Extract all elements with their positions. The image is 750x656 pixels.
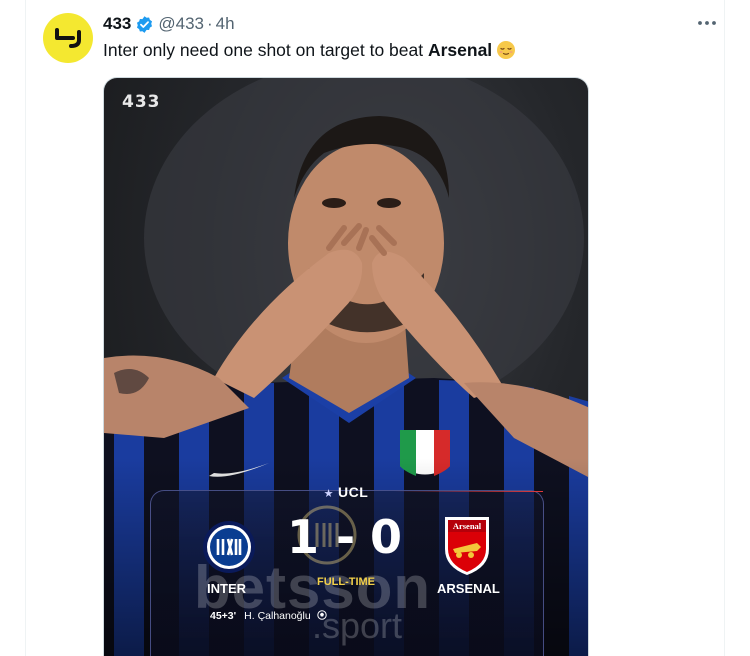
433-logo-icon [55, 28, 81, 48]
arsenal-crest-text: Arsenal [453, 521, 482, 531]
tweet-timestamp[interactable]: 4h [216, 14, 235, 34]
tweet-header: 433 @433 · 4h [103, 13, 235, 35]
competition-name: UCL [338, 484, 369, 500]
inter-crest-icon [203, 521, 255, 573]
goal-minute: 45+3' [210, 610, 237, 622]
display-name[interactable]: 433 [103, 14, 131, 34]
star-icon: ★ [323, 488, 335, 500]
match-status: FULL-TIME [316, 576, 376, 588]
tweet-text-bold[interactable]: Arsenal [428, 40, 492, 60]
relieved-face-emoji-icon [496, 40, 516, 60]
avatar[interactable] [43, 13, 93, 63]
competition-label: ★ UCL [104, 484, 588, 500]
goal-scorer-name: H. Çalhanoğlu [244, 610, 311, 622]
away-score: 0 [370, 510, 403, 564]
tweet-text: Inter only need one shot on target to be… [103, 39, 516, 61]
separator-dot: · [207, 14, 213, 33]
more-options-icon[interactable] [694, 12, 720, 34]
brand-watermark: 433 [122, 92, 161, 112]
tweet-text-body: Inter only need one shot on target to be… [103, 40, 428, 60]
home-score: 1 [287, 510, 320, 564]
tweet-media-image[interactable]: 433 ★ UCL betsson .sport 1 - 0 Arsenal IN… [103, 77, 589, 656]
score-separator: - [336, 510, 356, 564]
away-team-name: ARSENAL [437, 581, 500, 596]
football-icon [317, 610, 327, 620]
goal-scorer-line: 45+3' H. Çalhanoğlu [210, 610, 327, 622]
arsenal-crest-icon: Arsenal [445, 517, 489, 575]
verified-badge-icon [135, 15, 154, 34]
user-handle[interactable]: @433 [158, 14, 204, 34]
